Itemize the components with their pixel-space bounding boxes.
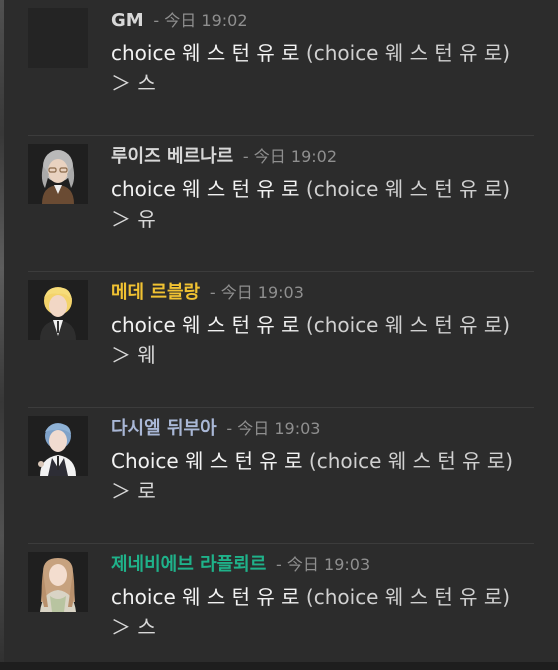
message-result-text: ＞ 유 xyxy=(111,207,156,231)
message-timestamp: - 今日 19:03 xyxy=(276,555,371,574)
message-body: choice 웨 스 턴 유 로 (choice 웨 스 턴 유 로) ＞ 유 xyxy=(111,174,521,234)
message-result-text: ＞ 로 xyxy=(111,479,156,503)
message-main-text: choice 웨 스 턴 유 로 xyxy=(111,177,306,201)
gm-avatar-placeholder-icon xyxy=(28,8,88,68)
blue-haired-suit-portrait-icon xyxy=(28,416,88,476)
message-result-text: ＞ 웨 xyxy=(111,343,156,367)
message-main-text: choice 웨 스 턴 유 로 xyxy=(111,313,306,337)
message-timestamp: - 今日 19:03 xyxy=(226,419,321,438)
message-aside-text: (choice 웨 스 턴 유 로) xyxy=(305,313,511,337)
chat-message[interactable]: 메데 르블랑 - 今日 19:03 choice 웨 스 턴 유 로 (choi… xyxy=(4,272,558,408)
message-main-text: choice 웨 스 턴 유 로 xyxy=(111,585,306,609)
chat-message[interactable]: 다시엘 뒤부아 - 今日 19:03 Choice 웨 스 턴 유 로 (cho… xyxy=(4,408,558,544)
message-timestamp: - 今日 19:02 xyxy=(242,147,338,166)
chat-message[interactable]: 루이즈 베르나르 - 今日 19:02 choice 웨 스 턴 유 로 (ch… xyxy=(4,136,558,272)
message-result-text: ＞ 스 xyxy=(111,71,156,95)
message-timestamp: - 今日 19:03 xyxy=(209,283,304,302)
chat-message[interactable]: GM - 今日 19:02 choice 웨 스 턴 유 로 (choice 웨… xyxy=(4,0,558,136)
silver-haired-glasses-portrait-icon xyxy=(28,144,88,204)
message-result-text: ＞ 스 xyxy=(111,615,156,639)
avatar[interactable] xyxy=(28,416,88,476)
sender-name[interactable]: GM xyxy=(111,10,144,31)
message-body: choice 웨 스 턴 유 로 (choice 웨 스 턴 유 로) ＞ 웨 xyxy=(111,310,521,370)
long-haired-lady-portrait-icon xyxy=(28,552,88,612)
window-bottom-edge xyxy=(0,662,558,670)
message-header: GM - 今日 19:02 xyxy=(111,9,248,33)
avatar[interactable] xyxy=(28,280,88,340)
message-aside-text: (choice 웨 스 턴 유 로) xyxy=(308,449,514,473)
sender-name[interactable]: 다시엘 뒤부아 xyxy=(111,418,217,439)
message-aside-text: (choice 웨 스 턴 유 로) xyxy=(305,177,511,201)
message-aside-text: (choice 웨 스 턴 유 로) xyxy=(305,41,511,65)
message-timestamp: - 今日 19:02 xyxy=(153,11,248,30)
message-main-text: Choice 웨 스 턴 유 로 xyxy=(111,449,309,473)
blonde-suit-portrait-icon xyxy=(28,280,88,340)
sender-name[interactable]: 제네비에브 라플뢰르 xyxy=(111,554,266,575)
message-aside-text: (choice 웨 스 턴 유 로) xyxy=(305,585,511,609)
message-header: 다시엘 뒤부아 - 今日 19:03 xyxy=(111,417,320,441)
chat-log[interactable]: GM - 今日 19:02 choice 웨 스 턴 유 로 (choice 웨… xyxy=(4,0,558,662)
message-header: 제네비에브 라플뢰르 - 今日 19:03 xyxy=(111,553,370,577)
message-main-text: choice 웨 스 턴 유 로 xyxy=(111,41,306,65)
message-body: choice 웨 스 턴 유 로 (choice 웨 스 턴 유 로) ＞ 스 xyxy=(111,582,521,642)
message-body: Choice 웨 스 턴 유 로 (choice 웨 스 턴 유 로) ＞ 로 xyxy=(111,446,521,506)
chat-window: GM - 今日 19:02 choice 웨 스 턴 유 로 (choice 웨… xyxy=(0,0,558,670)
sender-name[interactable]: 루이즈 베르나르 xyxy=(111,146,233,167)
chat-message[interactable]: 제네비에브 라플뢰르 - 今日 19:03 choice 웨 스 턴 유 로 (… xyxy=(4,544,558,670)
avatar[interactable] xyxy=(28,8,88,68)
avatar[interactable] xyxy=(28,144,88,204)
message-header: 루이즈 베르나르 - 今日 19:02 xyxy=(111,145,337,169)
sender-name[interactable]: 메데 르블랑 xyxy=(111,282,200,303)
message-header: 메데 르블랑 - 今日 19:03 xyxy=(111,281,304,305)
avatar[interactable] xyxy=(28,552,88,612)
message-body: choice 웨 스 턴 유 로 (choice 웨 스 턴 유 로) ＞ 스 xyxy=(111,38,521,98)
